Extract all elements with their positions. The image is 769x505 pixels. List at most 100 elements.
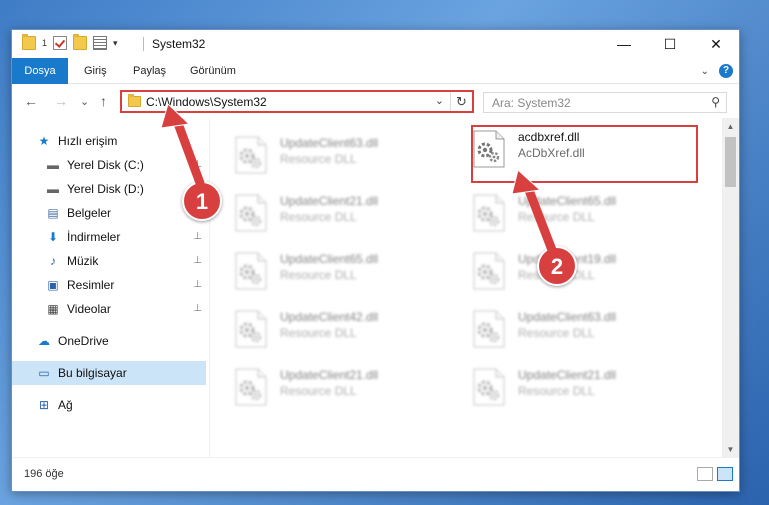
qat-customize-icon[interactable]: ▾ (113, 38, 118, 49)
step-2-badge: 2 (537, 246, 577, 286)
sidebar-item[interactable]: ▬ Yerel Disk (D:) (12, 177, 206, 201)
search-icon[interactable]: ⚲ (711, 95, 720, 109)
drive-icon: ▬ (47, 158, 59, 172)
pin-icon[interactable]: ⊥ (193, 279, 202, 290)
pin-icon[interactable]: ⊥ (193, 159, 202, 170)
sidebar-item[interactable]: ☁ OneDrive (12, 329, 206, 353)
search-input[interactable]: Ara: System32 (492, 96, 571, 110)
file-name: UpdateClient21.dll (280, 368, 379, 382)
file-item[interactable]: UpdateClient21.dll Resource DLL (234, 188, 460, 240)
tiles-view-icon[interactable] (717, 467, 733, 481)
dll-file-icon (472, 368, 506, 406)
close-button[interactable]: ✕ (693, 30, 739, 58)
sidebar-item[interactable]: ⬇ İndirmeler ⊥ (12, 225, 206, 249)
vertical-scrollbar[interactable]: ▲ ▼ (722, 118, 739, 458)
file-type: Resource DLL (280, 384, 357, 398)
sidebar-item[interactable]: ▭ Bu bilgisayar (12, 361, 206, 385)
sidebar-item[interactable]: ▣ Resimler ⊥ (12, 273, 206, 297)
address-bar[interactable]: C:\Windows\System32 ⌄ ↻ (120, 90, 474, 113)
sidebar-item-label: Müzik (67, 254, 99, 268)
tab-file[interactable]: Dosya (12, 58, 68, 84)
file-name: UpdateClient42.dll (280, 310, 379, 324)
ribbon-expand-icon[interactable]: ⌄ (701, 66, 709, 77)
scroll-thumb[interactable] (725, 137, 736, 187)
ribbon-tabs: Dosya Giriş Paylaş Görünüm ⌄ ? (12, 58, 739, 84)
drive-icon: ▬ (47, 182, 59, 196)
dll-file-icon (234, 368, 268, 406)
sidebar-item[interactable]: ▦ Videolar ⊥ (12, 297, 206, 321)
sidebar-item-label: Resimler (67, 278, 115, 292)
new-folder-icon[interactable] (73, 34, 88, 50)
file-name: UpdateClient65.dll (280, 252, 379, 266)
scroll-up-icon[interactable]: ▲ (722, 118, 739, 135)
address-dropdown-icon[interactable]: ⌄ (435, 94, 444, 107)
file-item[interactable]: UpdateClient65.dll Resource DLL (234, 246, 460, 298)
tab-share[interactable]: Paylaş (133, 58, 166, 84)
properties-icon[interactable] (93, 36, 108, 50)
up-button[interactable]: ↑ (100, 93, 107, 109)
documents-icon: ▤ (47, 206, 59, 220)
file-type: Resource DLL (280, 152, 357, 166)
details-view-icon[interactable] (697, 467, 713, 481)
pin-icon[interactable]: ⊥ (193, 303, 202, 314)
sidebar-item[interactable]: ▤Belgeler⊥ (12, 201, 206, 225)
sidebar-item-label: Ağ (58, 398, 73, 412)
sidebar-item[interactable]: ⊞ Ağ (12, 393, 206, 417)
dll-file-icon (234, 194, 268, 232)
forward-button[interactable]: → (54, 93, 68, 109)
dll-file-icon (234, 136, 268, 174)
scroll-down-icon[interactable]: ▼ (722, 441, 739, 458)
cloud-icon: ☁ (38, 334, 50, 348)
sidebar-item-label: Belgeler (67, 206, 112, 220)
refresh-button[interactable]: ↻ (450, 92, 472, 111)
view-buttons (697, 467, 733, 481)
tab-home[interactable]: Giriş (84, 58, 107, 84)
address-folder-icon (128, 94, 141, 107)
file-name: UpdateClient63.dll (280, 136, 379, 150)
music-icon: ♪ (50, 254, 56, 268)
dll-file-icon (234, 310, 268, 348)
navigation-pane: ★ Hızlı erişim ▬ Yerel Disk (C:) ⊥ ▬ Yerel Dis… (12, 118, 208, 458)
folder-icon[interactable] (22, 34, 36, 50)
window-title: System32 (152, 37, 206, 51)
tab-view[interactable]: Görünüm (190, 58, 236, 84)
sidebar-item[interactable]: ▬ Yerel Disk (C:) ⊥ (12, 153, 206, 177)
file-item[interactable]: UpdateClient21.dll Resource DLL (234, 362, 460, 414)
sidebar-item-label: Videolar (67, 302, 111, 316)
file-type: Resource DLL (280, 268, 357, 282)
address-path[interactable]: C:\Windows\System32 (146, 95, 267, 109)
help-icon[interactable]: ? (719, 64, 733, 78)
minimize-button[interactable]: — (601, 30, 647, 58)
maximize-button[interactable]: ☐ (647, 30, 693, 58)
file-item[interactable]: UpdateClient63.dll Resource DLL (234, 130, 460, 182)
ribbon-right-controls: ⌄ ? (701, 64, 733, 78)
explorer-window: 1 ▾ System32 — ☐ ✕ Dosya Giriş Paylaş Gö… (11, 29, 740, 492)
network-icon: ⊞ (38, 398, 50, 412)
search-box[interactable]: Ara: System32 ⚲ (483, 92, 727, 113)
download-icon: ⬇ (47, 230, 59, 244)
sidebar-item-label: Yerel Disk (C:) (67, 158, 144, 172)
file-item[interactable]: UpdateClient21.dll Resource DLL (472, 362, 698, 414)
file-item[interactable]: UpdateClient42.dll Resource DLL (234, 304, 460, 356)
video-icon: ▦ (47, 302, 59, 316)
recent-locations-button[interactable]: ⌄ (80, 95, 89, 108)
qat-pin-label: 1 (42, 38, 48, 48)
step-1-badge: 1 (182, 181, 222, 221)
properties-check-icon[interactable] (53, 36, 68, 50)
sidebar-item[interactable]: ★ Hızlı erişim (12, 129, 206, 153)
computer-icon: ▭ (38, 366, 50, 380)
pin-icon[interactable]: ⊥ (193, 231, 202, 242)
file-item[interactable]: UpdateClient63.dll Resource DLL (472, 304, 698, 356)
pin-icon[interactable]: ⊥ (193, 255, 202, 266)
dll-file-icon (234, 252, 268, 290)
back-button[interactable]: ← (24, 93, 38, 109)
sidebar-item[interactable]: ♪ Müzik ⊥ (12, 249, 206, 273)
file-item[interactable]: UpdateClient65.dll Resource DLL (472, 188, 698, 240)
navigation-bar: ← → ⌄ ↑ C:\Windows\System32 ⌄ ↻ Ara: Sys… (12, 84, 739, 118)
sidebar-item-label: İndirmeler (67, 230, 121, 244)
file-type: Resource DLL (518, 326, 595, 340)
dll-file-icon (472, 310, 506, 348)
file-item[interactable]: UpdateClient19.dllResource DLL (472, 246, 698, 298)
sidebar-item-label: Hızlı erişim (58, 134, 118, 148)
file-type: Resource DLL (280, 210, 357, 224)
